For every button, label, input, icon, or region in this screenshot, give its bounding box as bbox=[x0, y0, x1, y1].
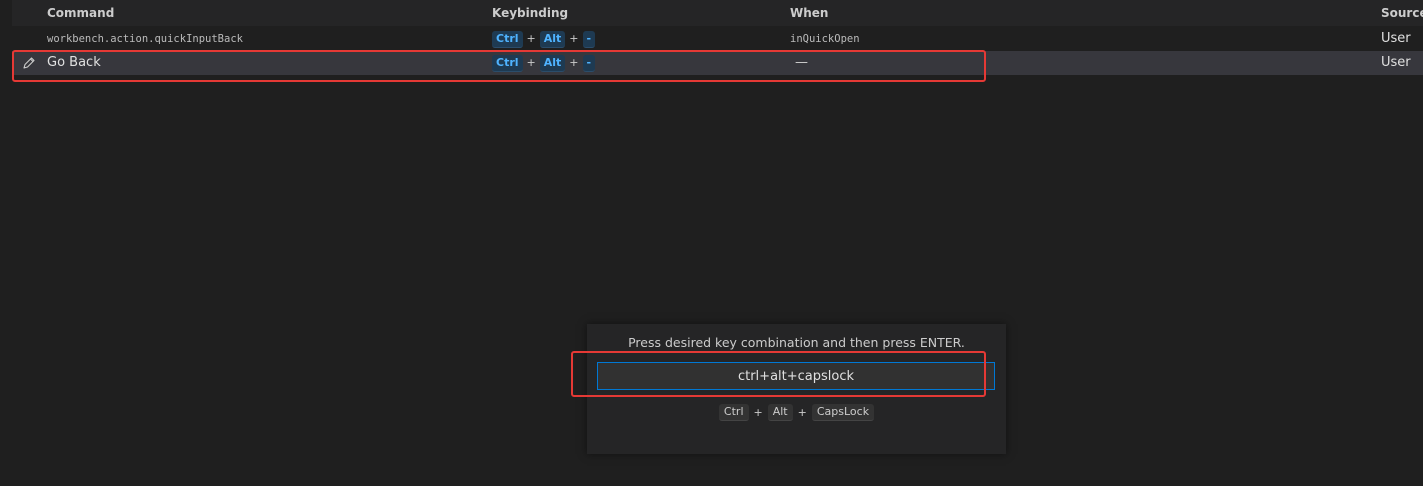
header-command[interactable]: Command bbox=[47, 0, 114, 26]
header-source[interactable]: Source bbox=[1381, 0, 1423, 26]
dialog-key-preview: Ctrl + Alt + CapsLock bbox=[587, 402, 1006, 421]
row-command-title: Go Back bbox=[47, 55, 101, 70]
row-keybinding: Ctrl + Alt + - bbox=[492, 27, 596, 51]
key-plus: + bbox=[526, 56, 536, 69]
row-source: User bbox=[1381, 55, 1411, 70]
table-row[interactable]: workbench.action.quickInputBack Ctrl + Alt… bbox=[12, 27, 1423, 51]
header-when[interactable]: When bbox=[790, 0, 828, 26]
table-row-selected[interactable]: Go Back Ctrl + Alt + - — User bbox=[12, 51, 1423, 75]
key-plus: + bbox=[569, 56, 579, 69]
row-keybinding: Ctrl + Alt + - bbox=[492, 51, 596, 75]
header-keybinding[interactable]: Keybinding bbox=[492, 0, 568, 26]
key-chip: - bbox=[582, 30, 596, 48]
keybinding-input[interactable] bbox=[597, 362, 995, 390]
define-keybinding-dialog: Press desired key combination and then p… bbox=[587, 324, 1006, 454]
key-chip: Alt bbox=[539, 54, 566, 72]
table-header: Command Keybinding When Source bbox=[12, 0, 1423, 26]
key-chip: CapsLock bbox=[811, 404, 875, 421]
row-source: User bbox=[1381, 31, 1411, 46]
pencil-edit-icon[interactable] bbox=[22, 56, 36, 70]
dialog-message: Press desired key combination and then p… bbox=[628, 335, 965, 350]
key-plus: + bbox=[569, 32, 579, 45]
row-when: inQuickOpen bbox=[790, 33, 860, 45]
key-chip: Ctrl bbox=[718, 404, 749, 421]
key-plus: + bbox=[753, 406, 763, 419]
key-chip: - bbox=[582, 54, 596, 72]
key-chip: Alt bbox=[539, 30, 566, 48]
keyboard-shortcuts-editor: Command Keybinding When Source workbench… bbox=[0, 0, 1423, 486]
row-command-id: workbench.action.quickInputBack bbox=[47, 33, 243, 45]
key-plus: + bbox=[526, 32, 536, 45]
key-chip: Ctrl bbox=[492, 30, 523, 48]
row-when: — bbox=[795, 55, 808, 70]
key-chip: Ctrl bbox=[492, 54, 523, 72]
key-chip: Alt bbox=[767, 404, 793, 421]
key-plus: + bbox=[797, 406, 807, 419]
